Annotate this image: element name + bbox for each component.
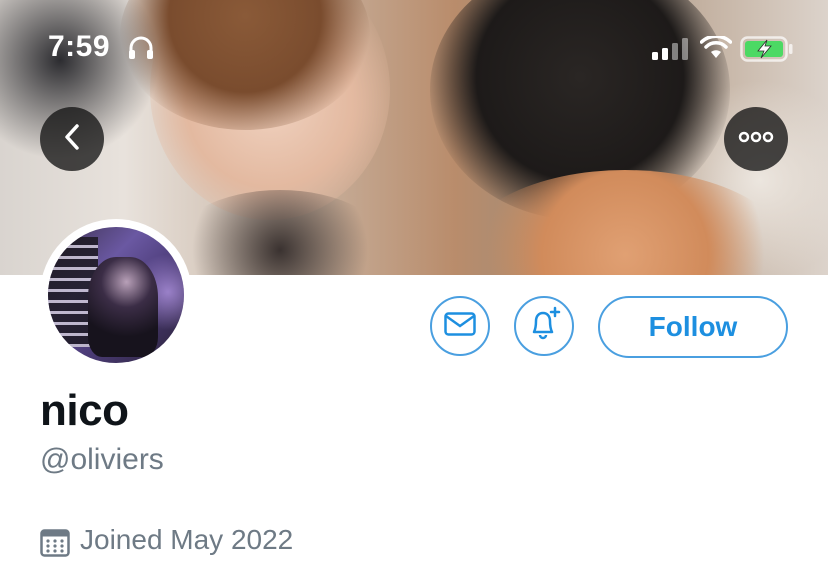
back-button[interactable] xyxy=(40,107,104,171)
battery-charging-icon xyxy=(740,36,794,67)
avatar-person xyxy=(88,257,158,357)
avatar[interactable] xyxy=(40,219,192,371)
banner-jacket xyxy=(170,190,390,275)
message-button[interactable] xyxy=(430,296,490,356)
joined-date: Joined May 2022 xyxy=(80,524,294,555)
status-time: 7:59 xyxy=(48,30,111,63)
more-horizontal-icon xyxy=(738,130,774,148)
avatar-image xyxy=(48,227,184,363)
username-handle: @oliviers xyxy=(40,443,164,476)
follow-button[interactable]: Follow xyxy=(598,296,788,358)
bell-plus-icon xyxy=(526,306,562,347)
chevron-left-icon xyxy=(61,122,83,157)
notifications-button[interactable] xyxy=(514,296,574,356)
headphones-icon xyxy=(127,36,155,65)
calendar-icon xyxy=(40,527,70,562)
envelope-icon xyxy=(444,311,476,341)
more-options-button[interactable] xyxy=(724,107,788,171)
cellular-signal-icon xyxy=(652,38,690,65)
display-name: nico xyxy=(40,386,129,435)
wifi-icon xyxy=(699,34,733,65)
